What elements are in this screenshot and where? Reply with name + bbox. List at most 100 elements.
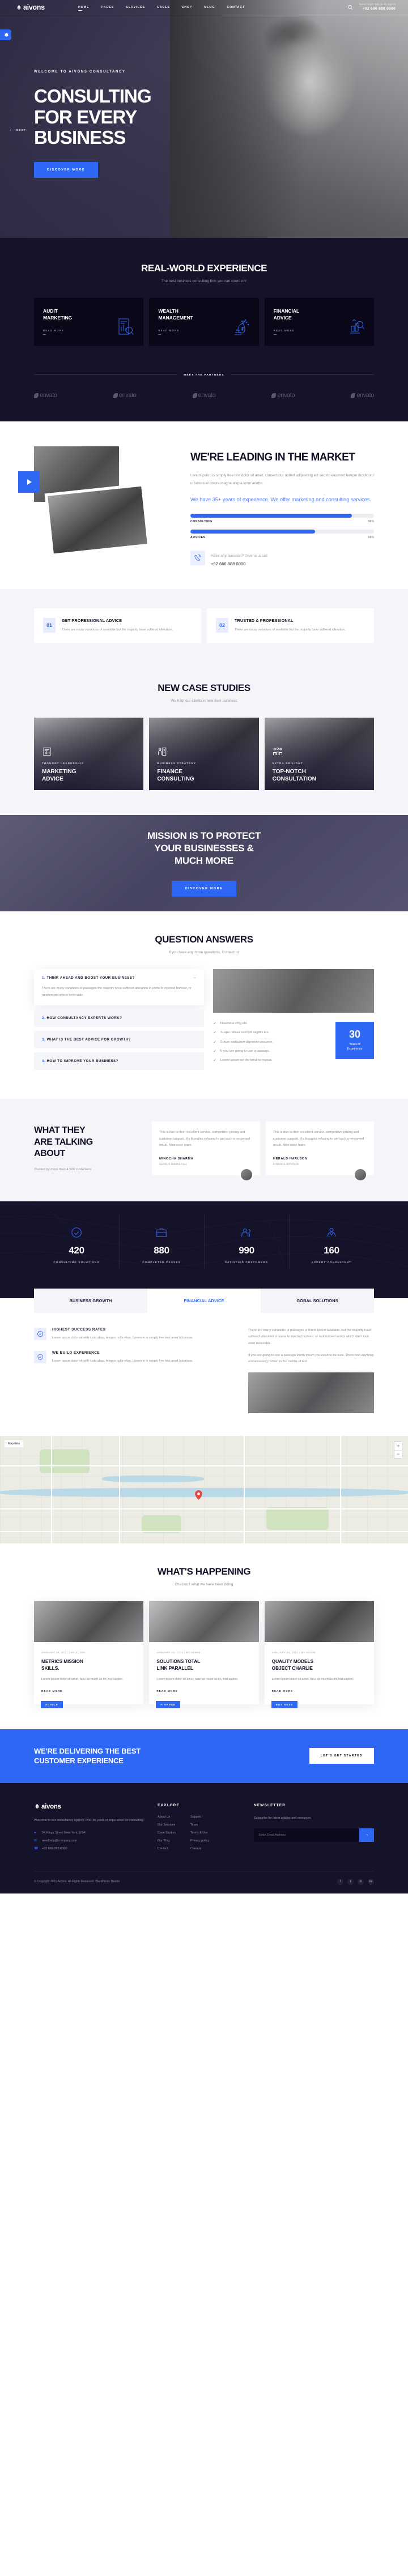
skill-bar-consulting: CONSULTING 88% [190, 513, 374, 523]
hero-discover-more-button[interactable]: DISCOVER MORE [34, 162, 99, 178]
blog-read-more[interactable]: READ MORE [156, 1690, 251, 1695]
map-section[interactable]: + − Map data [0, 1435, 408, 1543]
qa-section: QUESTION ANSWERS If you have any more qu… [0, 911, 408, 1099]
footer-link[interactable]: Terms & Use [190, 1831, 209, 1835]
partner-logo[interactable]: envato [34, 392, 57, 399]
faq-item[interactable]: 4. HOW TO IMPROVE YOUR BUSINESS? [34, 1052, 204, 1071]
mission-discover-more-button[interactable]: DISCOVER MORE [172, 880, 236, 897]
testimonial-role: FINANCE ADVISOR [273, 1162, 299, 1166]
testimonial-quote: This is due to their excellent service, … [159, 1131, 250, 1148]
location-pin-icon[interactable] [195, 1490, 202, 1500]
mission-line-2: YOUR BUSINESSES & [154, 842, 254, 854]
footer-link[interactable]: Support [190, 1815, 209, 1819]
nav-item-cases[interactable]: CASES [157, 3, 170, 11]
footer-link[interactable]: Careers [190, 1847, 209, 1850]
footer-logo[interactable]: aivons [34, 1803, 145, 1810]
twitter-icon[interactable]: t [347, 1878, 354, 1885]
map-zoom-in-button[interactable]: + [394, 1442, 402, 1450]
settings-toggle-button[interactable] [0, 29, 11, 40]
newsletter-email-input[interactable] [254, 1828, 359, 1842]
service-card[interactable]: AUDIT MARKETING READ MORE [34, 298, 144, 347]
behance-icon[interactable]: be [368, 1878, 374, 1885]
tab-gobal-solutions[interactable]: GOBAL SOLUTIONS [261, 1288, 374, 1313]
map-road [119, 1435, 121, 1543]
faq-item[interactable]: 1. THINK AHEAD AND BOOST YOUR BUSINESS? … [34, 969, 204, 1006]
testimonial-card-list: This is due to their excellent service, … [152, 1121, 374, 1182]
nav-item-shop[interactable]: SHOP [182, 3, 193, 11]
footer-link[interactable]: Case Studies [158, 1831, 176, 1835]
minus-icon[interactable]: − [193, 975, 196, 980]
testimonials-title-line-2: ARE TALKING [34, 1137, 93, 1147]
advice-card[interactable]: 02 TRUSTED & PROFESSIONAL There are many… [207, 608, 374, 643]
footer-link[interactable]: Our Services [158, 1823, 176, 1827]
faq-item[interactable]: 3. WHAT IS THE BEST ADVICE FOR GROWTH? [34, 1031, 204, 1049]
blog-post-title: QUALITY MODELS OBJECT CHARLIE [272, 1658, 367, 1671]
call-phone[interactable]: +92 666 888 0000 [211, 561, 267, 566]
footer-contact-list: ● 24 Kings Street New York, USA ✉ needhe… [34, 1831, 145, 1850]
nav-item-blog[interactable]: BLOG [204, 3, 215, 11]
brand-logo[interactable]: aivons [16, 3, 66, 11]
linkedin-icon[interactable]: in [358, 1878, 364, 1885]
blog-photo [264, 1601, 374, 1642]
case-title-line-2: CONSULTATION [272, 776, 316, 783]
case-card[interactable]: BUSINESS STRATEGY FINANCE CONSULTING [149, 717, 259, 790]
cta-get-started-button[interactable]: LET'S GET STARTED [309, 1748, 374, 1764]
faq-item[interactable]: 2. HOW CONSULTANCY EXPERTS WORK? [34, 1009, 204, 1027]
strategy-icon [157, 747, 167, 757]
partner-logo[interactable]: envato [271, 392, 295, 399]
logo-mark-icon [16, 5, 22, 11]
service-card[interactable]: FINANCIAL ADVICE READ MORE [264, 298, 374, 347]
footer-link[interactable]: Privacy policy [190, 1839, 209, 1843]
blog-read-more[interactable]: READ MORE [271, 1690, 367, 1695]
check-badge-icon [34, 1327, 46, 1340]
tab-business-growth[interactable]: BUSINESS GROWTH [34, 1288, 147, 1313]
map-zoom-controls[interactable]: + − [394, 1441, 402, 1458]
search-icon[interactable] [347, 4, 354, 11]
brand-name: aivons [23, 3, 45, 11]
envato-leaf-icon [271, 393, 277, 398]
footer-link[interactable]: Contact [158, 1847, 176, 1850]
play-video-button[interactable] [18, 471, 40, 493]
map-river-branch [102, 1475, 204, 1482]
checklist-text: Entum estibulum dignissim posuere. [220, 1040, 273, 1044]
testimonials-section: WHAT THEY ARE TALKING ABOUT Trusted by m… [0, 1099, 408, 1201]
footer-link[interactable]: About Us [158, 1815, 176, 1819]
case-card[interactable]: EXTRA BRILIANT TOP-NOTCH CONSULTATION [264, 717, 374, 790]
partner-logo[interactable]: envato [351, 392, 374, 399]
case-card[interactable]: THOUGHT LEADERSHIP MARKETING ADVICE [34, 717, 144, 790]
counter-number: 420 [69, 1244, 84, 1256]
blog-card[interactable]: ADVICE JANUARY 24, 2021 / BY ADMIN METRI… [34, 1601, 144, 1708]
partner-logo[interactable]: envato [192, 392, 216, 399]
nav-item-services[interactable]: SERVICES [126, 3, 145, 11]
partner-logo[interactable]: envato [113, 392, 137, 399]
blog-section: WHAT'S HAPPENING Checkout what we have b… [0, 1543, 408, 1729]
case-title-line-1: FINANCE [157, 768, 182, 775]
blog-meta: JANUARY 24, 2021 / BY ADMIN [271, 1651, 316, 1654]
advice-card[interactable]: 01 GET PROFESSIONAL ADVICE There are man… [34, 608, 201, 643]
blog-card[interactable]: FINANCE JANUARY 24, 2021 / BY ADMIN SOLU… [149, 1601, 259, 1708]
nav-item-home[interactable]: HOME [78, 3, 90, 11]
hero-prev-button[interactable]: ← NEXT [9, 127, 26, 132]
service-card[interactable]: WEALTH MANAGEMENT READ MORE [149, 298, 259, 347]
nav-item-contact[interactable]: CONTACT [227, 3, 245, 11]
badge-label-line-2: Expeirence [347, 1047, 363, 1051]
map-zoom-out-button[interactable]: − [394, 1449, 402, 1458]
footer-copyright: © Copyright 2021 Aivons. All Rights Rese… [34, 1880, 120, 1884]
footer-contact-email[interactable]: ✉ needhelp@company.com [34, 1839, 145, 1843]
footer-explore-heading: EXPLORE [158, 1803, 180, 1807]
footer-link[interactable]: Team [190, 1823, 209, 1827]
footer-link[interactable]: Our Blog [158, 1839, 176, 1843]
footer-contact-phone[interactable]: ☎ +92 666 888 0000 [34, 1846, 145, 1851]
testimonial-card: This is due to their excellent service, … [266, 1121, 374, 1182]
blog-card[interactable]: BUSINESS JANUARY 24, 2021 / BY ADMIN QUA… [264, 1601, 374, 1708]
progress-fill [190, 529, 316, 534]
tab-financial-advice[interactable]: FINANCIAL ADVICE [147, 1288, 261, 1313]
blog-read-more[interactable]: READ MORE [41, 1690, 136, 1695]
facebook-icon[interactable]: f [337, 1878, 343, 1885]
nav-item-pages[interactable]: PAGES [101, 3, 114, 11]
play-icon [27, 479, 32, 485]
header-help-phone[interactable]: +92 666 888 0000 [359, 7, 396, 12]
footer-link-column-1: About Us Our Services Case Studies Our B… [158, 1815, 176, 1855]
newsletter-submit-button[interactable]: → [359, 1828, 374, 1842]
avatar [240, 1167, 253, 1182]
